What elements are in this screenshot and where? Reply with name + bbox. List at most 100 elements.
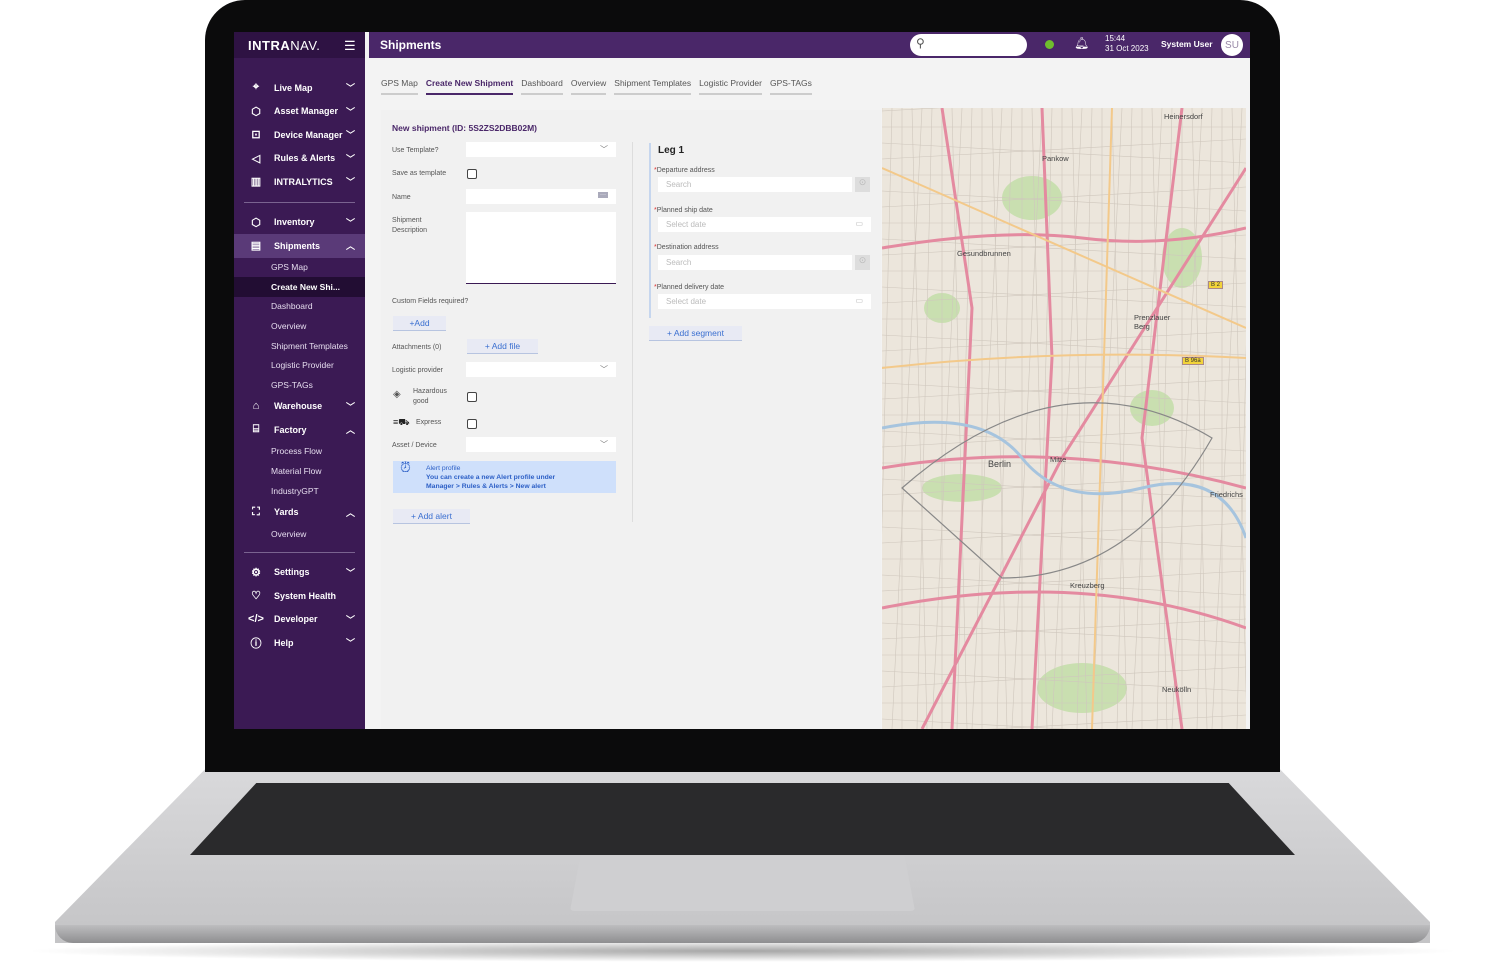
alert-text: You can create a new Alert profile under… [426, 473, 616, 491]
chevron-down-icon: ﹀ [345, 83, 355, 94]
divider [244, 201, 355, 203]
destination-input[interactable]: Search [658, 255, 852, 270]
label: Asset Manager [274, 106, 339, 117]
delivery-date-text: Planned delivery date [656, 284, 725, 291]
chip-icon: ⊡ [251, 129, 261, 142]
ship-date-input[interactable]: Select date ▭ [658, 217, 871, 232]
map-label: Prenzlauer Berg [1134, 313, 1171, 331]
sidebar-sub-yards-overview[interactable]: Overview [234, 524, 365, 544]
add-segment-button[interactable]: + Add segment [649, 326, 742, 341]
locate-icon[interactable]: ⊙ [855, 177, 870, 192]
tab-logistic-provider[interactable]: Logistic Provider [699, 76, 762, 95]
name-input[interactable]: ··· [466, 189, 616, 204]
minor-streets [882, 108, 1246, 729]
sidebar-item-settings[interactable]: ⚙ Settings ﹀ [234, 561, 365, 585]
avatar[interactable]: SU [1221, 34, 1243, 56]
sidebar: INTRA NAV. ☰ ⌖ Live Map ﹀ ⬡ Asset Manager ﹀ ⊡… [234, 32, 365, 729]
tab-gps-tags[interactable]: GPS-TAGs [769, 76, 812, 95]
more-icon[interactable]: ··· [598, 192, 608, 198]
use-template-select[interactable]: ﹀ [466, 142, 616, 157]
map-roads [882, 108, 1246, 729]
alert-text-2[interactable]: Manager > Rules & Alerts > New alert [426, 483, 546, 490]
megaphone-icon: ◁ [251, 152, 261, 165]
logo-bold: INTRA [248, 37, 291, 53]
label: Shipments [274, 240, 321, 251]
chevron-down-icon: ﹀ [345, 401, 355, 412]
save-template-checkbox[interactable] [467, 169, 477, 179]
user-name[interactable]: System User [1161, 39, 1213, 49]
nav: ⌖ Live Map ﹀ ⬡ Asset Manager ﹀ ⊡ Device Manag… [234, 76, 365, 655]
sidebar-item-inventory[interactable]: ⬡ Inventory ﹀ [234, 211, 365, 235]
tab-shipment-templates[interactable]: Shipment Templates [614, 76, 692, 95]
sidebar-sub-shipment-templates[interactable]: Shipment Templates [234, 336, 365, 356]
clock: 15:44 31 Oct 2023 [1105, 34, 1149, 54]
description-textarea[interactable] [466, 212, 616, 284]
tab-create-new-shipment[interactable]: Create New Shipment [425, 76, 514, 95]
sidebar-sub-gps-map[interactable]: GPS Map [234, 258, 365, 278]
sidebar-sub-gps-tags[interactable]: GPS-TAGs [234, 375, 365, 395]
calendar-icon: ▭ [855, 296, 863, 305]
shipment-form: New shipment (ID: 5S2ZS2DBB02M) Use Temp… [381, 110, 881, 729]
chevron-up-icon: ︿ [345, 241, 355, 252]
chevron-up-icon: ︿ [345, 507, 355, 518]
logistic-provider-label: Logistic provider [392, 367, 443, 374]
sidebar-item-live-map[interactable]: ⌖ Live Map ﹀ [234, 76, 365, 100]
use-template-label: Use Template? [392, 147, 439, 154]
add-alert-button[interactable]: + Add alert [393, 509, 470, 524]
sidebar-item-warehouse[interactable]: ⌂ Warehouse ﹀ [234, 395, 365, 419]
label: Help [274, 637, 294, 648]
label: Warehouse [274, 401, 323, 412]
menu-icon[interactable]: ☰ [344, 38, 356, 54]
map-label: Kreuzberg [1070, 581, 1105, 590]
map-label: Berlin [988, 459, 1012, 469]
delivery-date-input[interactable]: Select date ▭ [658, 294, 871, 309]
warehouse-icon: ⌂ [252, 400, 260, 413]
sidebar-item-shipments[interactable]: ▤ Shipments ︿ [234, 234, 365, 258]
express-checkbox[interactable] [467, 419, 477, 429]
sidebar-item-asset-manager[interactable]: ⬡ Asset Manager ﹀ [234, 100, 365, 124]
sidebar-item-system-health[interactable]: ♡ System Health [234, 584, 365, 608]
hazardous-checkbox[interactable] [467, 392, 477, 402]
time: 15:44 [1105, 34, 1126, 43]
label: Rules & Alerts [274, 153, 336, 164]
placeholder: Select date [666, 297, 707, 306]
cube-plus-icon: ⬡ [251, 105, 261, 118]
bell-icon[interactable]: 🔔︎ [1074, 36, 1089, 50]
sidebar-sub-industrygpt[interactable]: IndustryGPT [234, 481, 365, 501]
asset-device-select[interactable]: ﹀ [466, 437, 616, 452]
sidebar-item-help[interactable]: ⓘ Help ﹀ [234, 631, 365, 655]
sidebar-item-intralytics[interactable]: ▥ INTRALYTICS ﹀ [234, 170, 365, 194]
ship-date-label: *Planned ship date [654, 206, 713, 216]
chevron-down-icon: ﹀ [345, 130, 355, 141]
sidebar-item-factory[interactable]: ⌸ Factory ︿ [234, 418, 365, 442]
locate-icon[interactable]: ⊙ [855, 255, 870, 270]
sidebar-item-rules-alerts[interactable]: ◁ Rules & Alerts ﹀ [234, 147, 365, 171]
laptop-edge [55, 925, 1430, 943]
sidebar-item-yards[interactable]: ⛶ Yards ︿ [234, 500, 365, 524]
add-file-button[interactable]: + Add file [467, 339, 538, 354]
sidebar-item-developer[interactable]: </> Developer ﹀ [234, 608, 365, 632]
label: System Health [274, 590, 337, 601]
hazard-icon: ◈ [393, 389, 401, 400]
sidebar-sub-material-flow[interactable]: Material Flow [234, 461, 365, 481]
tab-gps-map[interactable]: GPS Map [381, 76, 418, 95]
sidebar-sub-logistic-provider[interactable]: Logistic Provider [234, 355, 365, 375]
logistic-provider-select[interactable]: ﹀ [466, 362, 616, 377]
departure-input[interactable]: Search [658, 177, 852, 192]
sidebar-sub-overview[interactable]: Overview [234, 316, 365, 336]
add-custom-field-button[interactable]: +Add [393, 316, 446, 331]
map[interactable]: Heinersdorf Pankow Gesundbrunnen Prenzla… [882, 108, 1246, 729]
name-label: Name [392, 194, 411, 201]
tab-bar: GPS Map Create New Shipment Dashboard Ov… [381, 76, 812, 95]
tab-dashboard[interactable]: Dashboard [521, 76, 563, 95]
tab-overview[interactable]: Overview [570, 76, 607, 95]
sidebar-sub-process-flow[interactable]: Process Flow [234, 442, 365, 462]
search-input[interactable]: ⚲ [910, 34, 1027, 56]
cube-plus-icon: ⬡ [251, 216, 261, 229]
logo-light: NAV. [290, 37, 321, 53]
sidebar-sub-create-new-shipment[interactable]: Create New Shi... [234, 277, 365, 297]
map-label: Friedrichs [1210, 490, 1243, 499]
sidebar-sub-dashboard[interactable]: Dashboard [234, 297, 365, 317]
truck-icon: ▤ [250, 240, 262, 253]
sidebar-item-device-manager[interactable]: ⊡ Device Manager ﹀ [234, 123, 365, 147]
